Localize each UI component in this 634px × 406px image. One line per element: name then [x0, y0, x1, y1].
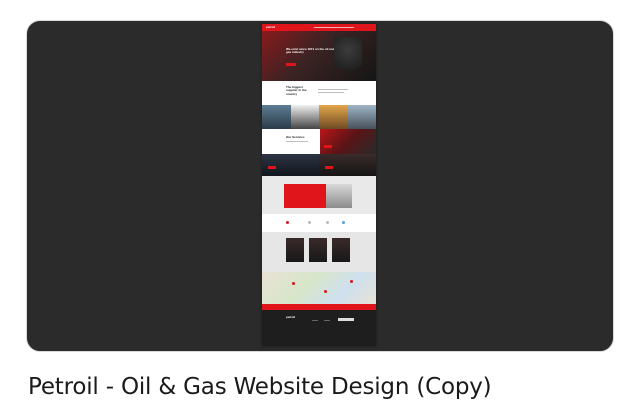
preview-tile-button [325, 166, 333, 169]
preview-intro-heading: The biggest supplier in the country [286, 85, 307, 96]
project-thumbnail-card[interactable]: petroil We exist since 1971 on the oil a… [26, 20, 614, 352]
preview-footer-logo: petroil [286, 315, 296, 319]
preview-services-image [320, 129, 376, 154]
preview-news [262, 232, 376, 272]
preview-navbar: petroil [262, 24, 376, 31]
preview-hero-button [286, 63, 296, 66]
preview-nav-links [314, 27, 354, 28]
preview-services: Our Services [262, 129, 376, 154]
preview-intro-para [318, 89, 348, 90]
preview-promo-photo [326, 184, 352, 208]
preview-footer-links [324, 320, 330, 321]
preview-footer-links [312, 320, 318, 321]
map-pin-icon [324, 290, 327, 293]
preview-feature-icon [286, 221, 289, 224]
preview-image-strip [262, 105, 376, 129]
project-title[interactable]: Petroil - Oil & Gas Website Design (Copy… [28, 374, 492, 400]
preview-services-para [286, 141, 308, 142]
preview-feature-icon [342, 221, 345, 224]
map-pin-icon [292, 282, 295, 285]
preview-footer: petroil [262, 310, 376, 346]
preview-hero-figure [334, 37, 362, 81]
preview-tile-button [268, 166, 276, 169]
preview-logo: petroil [266, 25, 276, 29]
preview-footer-input [338, 318, 354, 321]
preview-service-tiles [262, 154, 376, 176]
preview-map [262, 272, 376, 304]
website-design-preview: petroil We exist since 1971 on the oil a… [262, 24, 376, 346]
preview-services-heading: Our Services [286, 135, 305, 139]
preview-intro-para [318, 92, 344, 93]
preview-features-row [262, 214, 376, 232]
preview-services-button [324, 145, 332, 148]
preview-hero-text: We exist since 1971 on the oil and gas i… [286, 47, 335, 55]
preview-promo-box [284, 184, 326, 208]
preview-feature-icon [326, 221, 329, 224]
preview-hero: We exist since 1971 on the oil and gas i… [262, 31, 376, 81]
preview-promo [262, 176, 376, 214]
preview-feature-icon [308, 221, 311, 224]
preview-intro: The biggest supplier in the country [262, 81, 376, 105]
map-pin-icon [350, 280, 353, 283]
